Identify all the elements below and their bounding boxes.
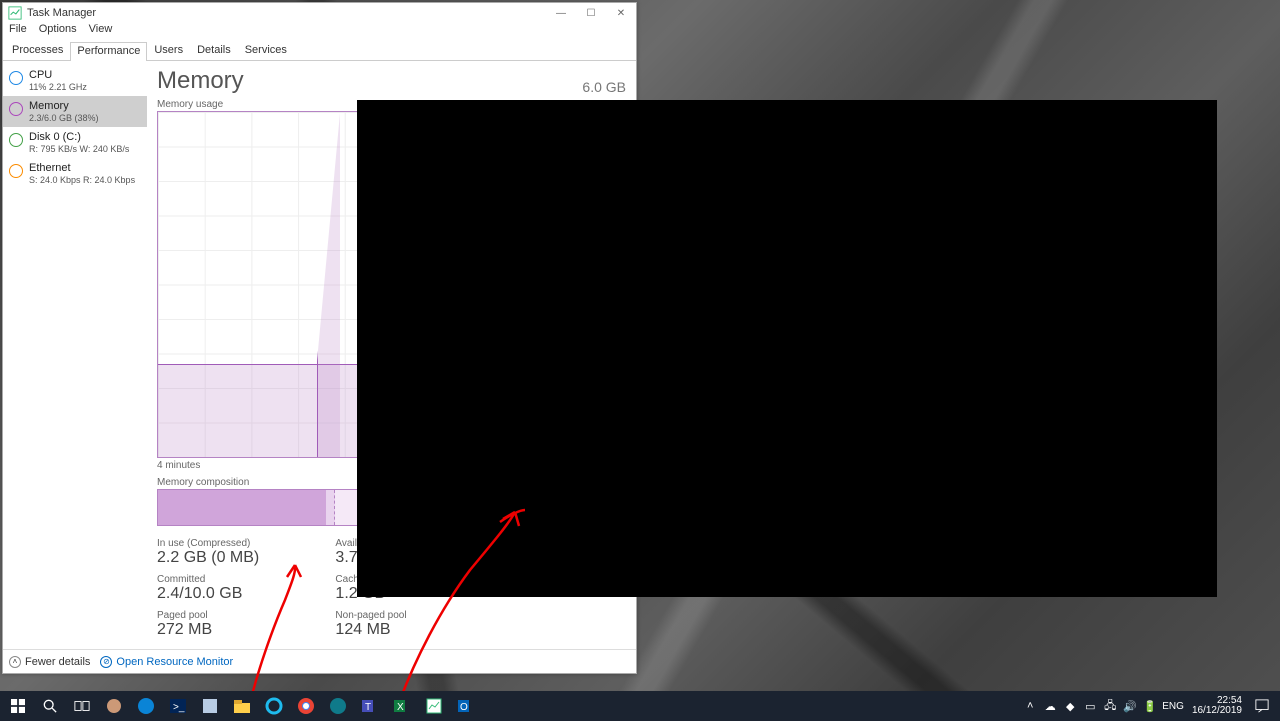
resource-monitor-icon: ⊘ xyxy=(100,656,112,668)
taskbar-chrome[interactable] xyxy=(290,691,322,721)
sidebar-item-disk[interactable]: Disk 0 (C:) R: 795 KB/s W: 240 KB/s xyxy=(3,127,147,158)
ethernet-sub: S: 24.0 Kbps R: 24.0 Kbps xyxy=(29,175,135,185)
tray-chevron[interactable]: ˄ xyxy=(1022,698,1038,714)
tab-users[interactable]: Users xyxy=(147,41,190,60)
tab-services[interactable]: Services xyxy=(238,41,294,60)
taskbar-teams[interactable]: T xyxy=(354,691,386,721)
tray-network-icon[interactable]: 🖧 xyxy=(1102,698,1118,714)
memory-total: 6.0 GB xyxy=(582,79,626,95)
graph-shape-rise xyxy=(317,112,340,457)
svg-text:O: O xyxy=(460,702,468,713)
taskbar-excel[interactable]: X xyxy=(386,691,418,721)
taskbar[interactable]: >_ T X O ˄ ☁ ◆ ▭ 🖧 🔊 🔋 ENG 22:54 16/12/2… xyxy=(0,691,1280,721)
tray-language[interactable]: ENG xyxy=(1162,698,1184,714)
ethernet-icon xyxy=(9,164,23,178)
task-view-button[interactable] xyxy=(66,691,98,721)
disk-icon xyxy=(9,133,23,147)
stat-paged-label: Paged pool xyxy=(157,610,317,621)
menu-file[interactable]: File xyxy=(9,23,27,41)
tray-battery-icon[interactable]: 🔋 xyxy=(1142,698,1158,714)
sidebar-item-memory[interactable]: Memory 2.3/6.0 GB (38%) xyxy=(3,96,147,127)
notification-center-button[interactable] xyxy=(1250,691,1274,721)
tab-performance[interactable]: Performance xyxy=(70,42,147,61)
disk-title: Disk 0 (C:) xyxy=(29,131,129,144)
comp-in-use xyxy=(158,490,326,525)
page-title: Memory xyxy=(157,67,244,95)
maximize-button[interactable]: ☐ xyxy=(576,3,606,23)
menubar: File Options View xyxy=(3,23,636,41)
cpu-title: CPU xyxy=(29,69,87,82)
memory-sub: 2.3/6.0 GB (38%) xyxy=(29,113,99,123)
svg-text:X: X xyxy=(397,702,404,713)
stat-nonpaged-label: Non-paged pool xyxy=(335,610,464,621)
taskbar-file-explorer[interactable] xyxy=(226,691,258,721)
stat-inuse-value: 2.2 GB (0 MB) xyxy=(157,549,317,567)
taskbar-edge[interactable] xyxy=(322,691,354,721)
sidebar-item-cpu[interactable]: CPU 11% 2.21 GHz xyxy=(3,65,147,96)
taskbar-task-manager[interactable] xyxy=(418,691,450,721)
minimize-button[interactable]: — xyxy=(546,3,576,23)
taskbar-powershell[interactable]: >_ xyxy=(162,691,194,721)
menu-view[interactable]: View xyxy=(89,23,113,41)
svg-text:>_: >_ xyxy=(173,702,185,713)
performance-sidebar: CPU 11% 2.21 GHz Memory 2.3/6.0 GB (38%)… xyxy=(3,61,147,649)
window-title: Task Manager xyxy=(27,7,546,19)
taskbar-app-2[interactable] xyxy=(130,691,162,721)
taskbar-app-1[interactable] xyxy=(98,691,130,721)
memory-icon xyxy=(9,102,23,116)
titlebar[interactable]: Task Manager — ☐ ✕ xyxy=(3,3,636,23)
taskbar-date: 16/12/2019 xyxy=(1192,706,1242,717)
disk-sub: R: 795 KB/s W: 240 KB/s xyxy=(29,144,129,154)
tray-onedrive-icon[interactable]: ☁ xyxy=(1042,698,1058,714)
sidebar-item-ethernet[interactable]: Ethernet S: 24.0 Kbps R: 24.0 Kbps xyxy=(3,158,147,189)
open-resource-monitor-link[interactable]: Open Resource Monitor xyxy=(116,656,233,668)
cpu-sub: 11% 2.21 GHz xyxy=(29,82,87,92)
tray-volume-icon[interactable]: 🔊 xyxy=(1122,698,1138,714)
memory-title: Memory xyxy=(29,100,99,113)
stat-inuse-label: In use (Compressed) xyxy=(157,538,317,549)
svg-text:T: T xyxy=(365,702,371,713)
stat-paged-value: 272 MB xyxy=(157,621,317,639)
ethernet-title: Ethernet xyxy=(29,162,135,175)
stat-committed-label: Committed xyxy=(157,574,317,585)
start-button[interactable] xyxy=(2,691,34,721)
tab-bar: Processes Performance Users Details Serv… xyxy=(3,41,636,61)
stat-nonpaged-value: 124 MB xyxy=(335,621,464,639)
tray-app-icon[interactable]: ◆ xyxy=(1062,698,1078,714)
cpu-icon xyxy=(9,71,23,85)
comp-modified xyxy=(326,490,335,525)
fewer-details-button[interactable]: ˄ Fewer details xyxy=(9,656,90,668)
taskbar-clock[interactable]: 22:54 16/12/2019 xyxy=(1188,696,1246,717)
black-overlay-window[interactable] xyxy=(357,100,1217,597)
search-button[interactable] xyxy=(34,691,66,721)
stat-committed-value: 2.4/10.0 GB xyxy=(157,585,317,603)
task-manager-icon xyxy=(7,5,23,21)
usage-label: Memory usage xyxy=(157,99,223,110)
window-footer: ˄ Fewer details ⊘ Open Resource Monitor xyxy=(3,649,636,673)
tray-meet-now-icon[interactable]: ▭ xyxy=(1082,698,1098,714)
tab-details[interactable]: Details xyxy=(190,41,238,60)
taskbar-app-4[interactable] xyxy=(194,691,226,721)
close-button[interactable]: ✕ xyxy=(606,3,636,23)
menu-options[interactable]: Options xyxy=(39,23,77,41)
taskbar-ie[interactable] xyxy=(258,691,290,721)
tab-processes[interactable]: Processes xyxy=(5,41,70,60)
taskbar-outlook[interactable]: O xyxy=(450,691,482,721)
chevron-up-icon: ˄ xyxy=(9,656,21,668)
